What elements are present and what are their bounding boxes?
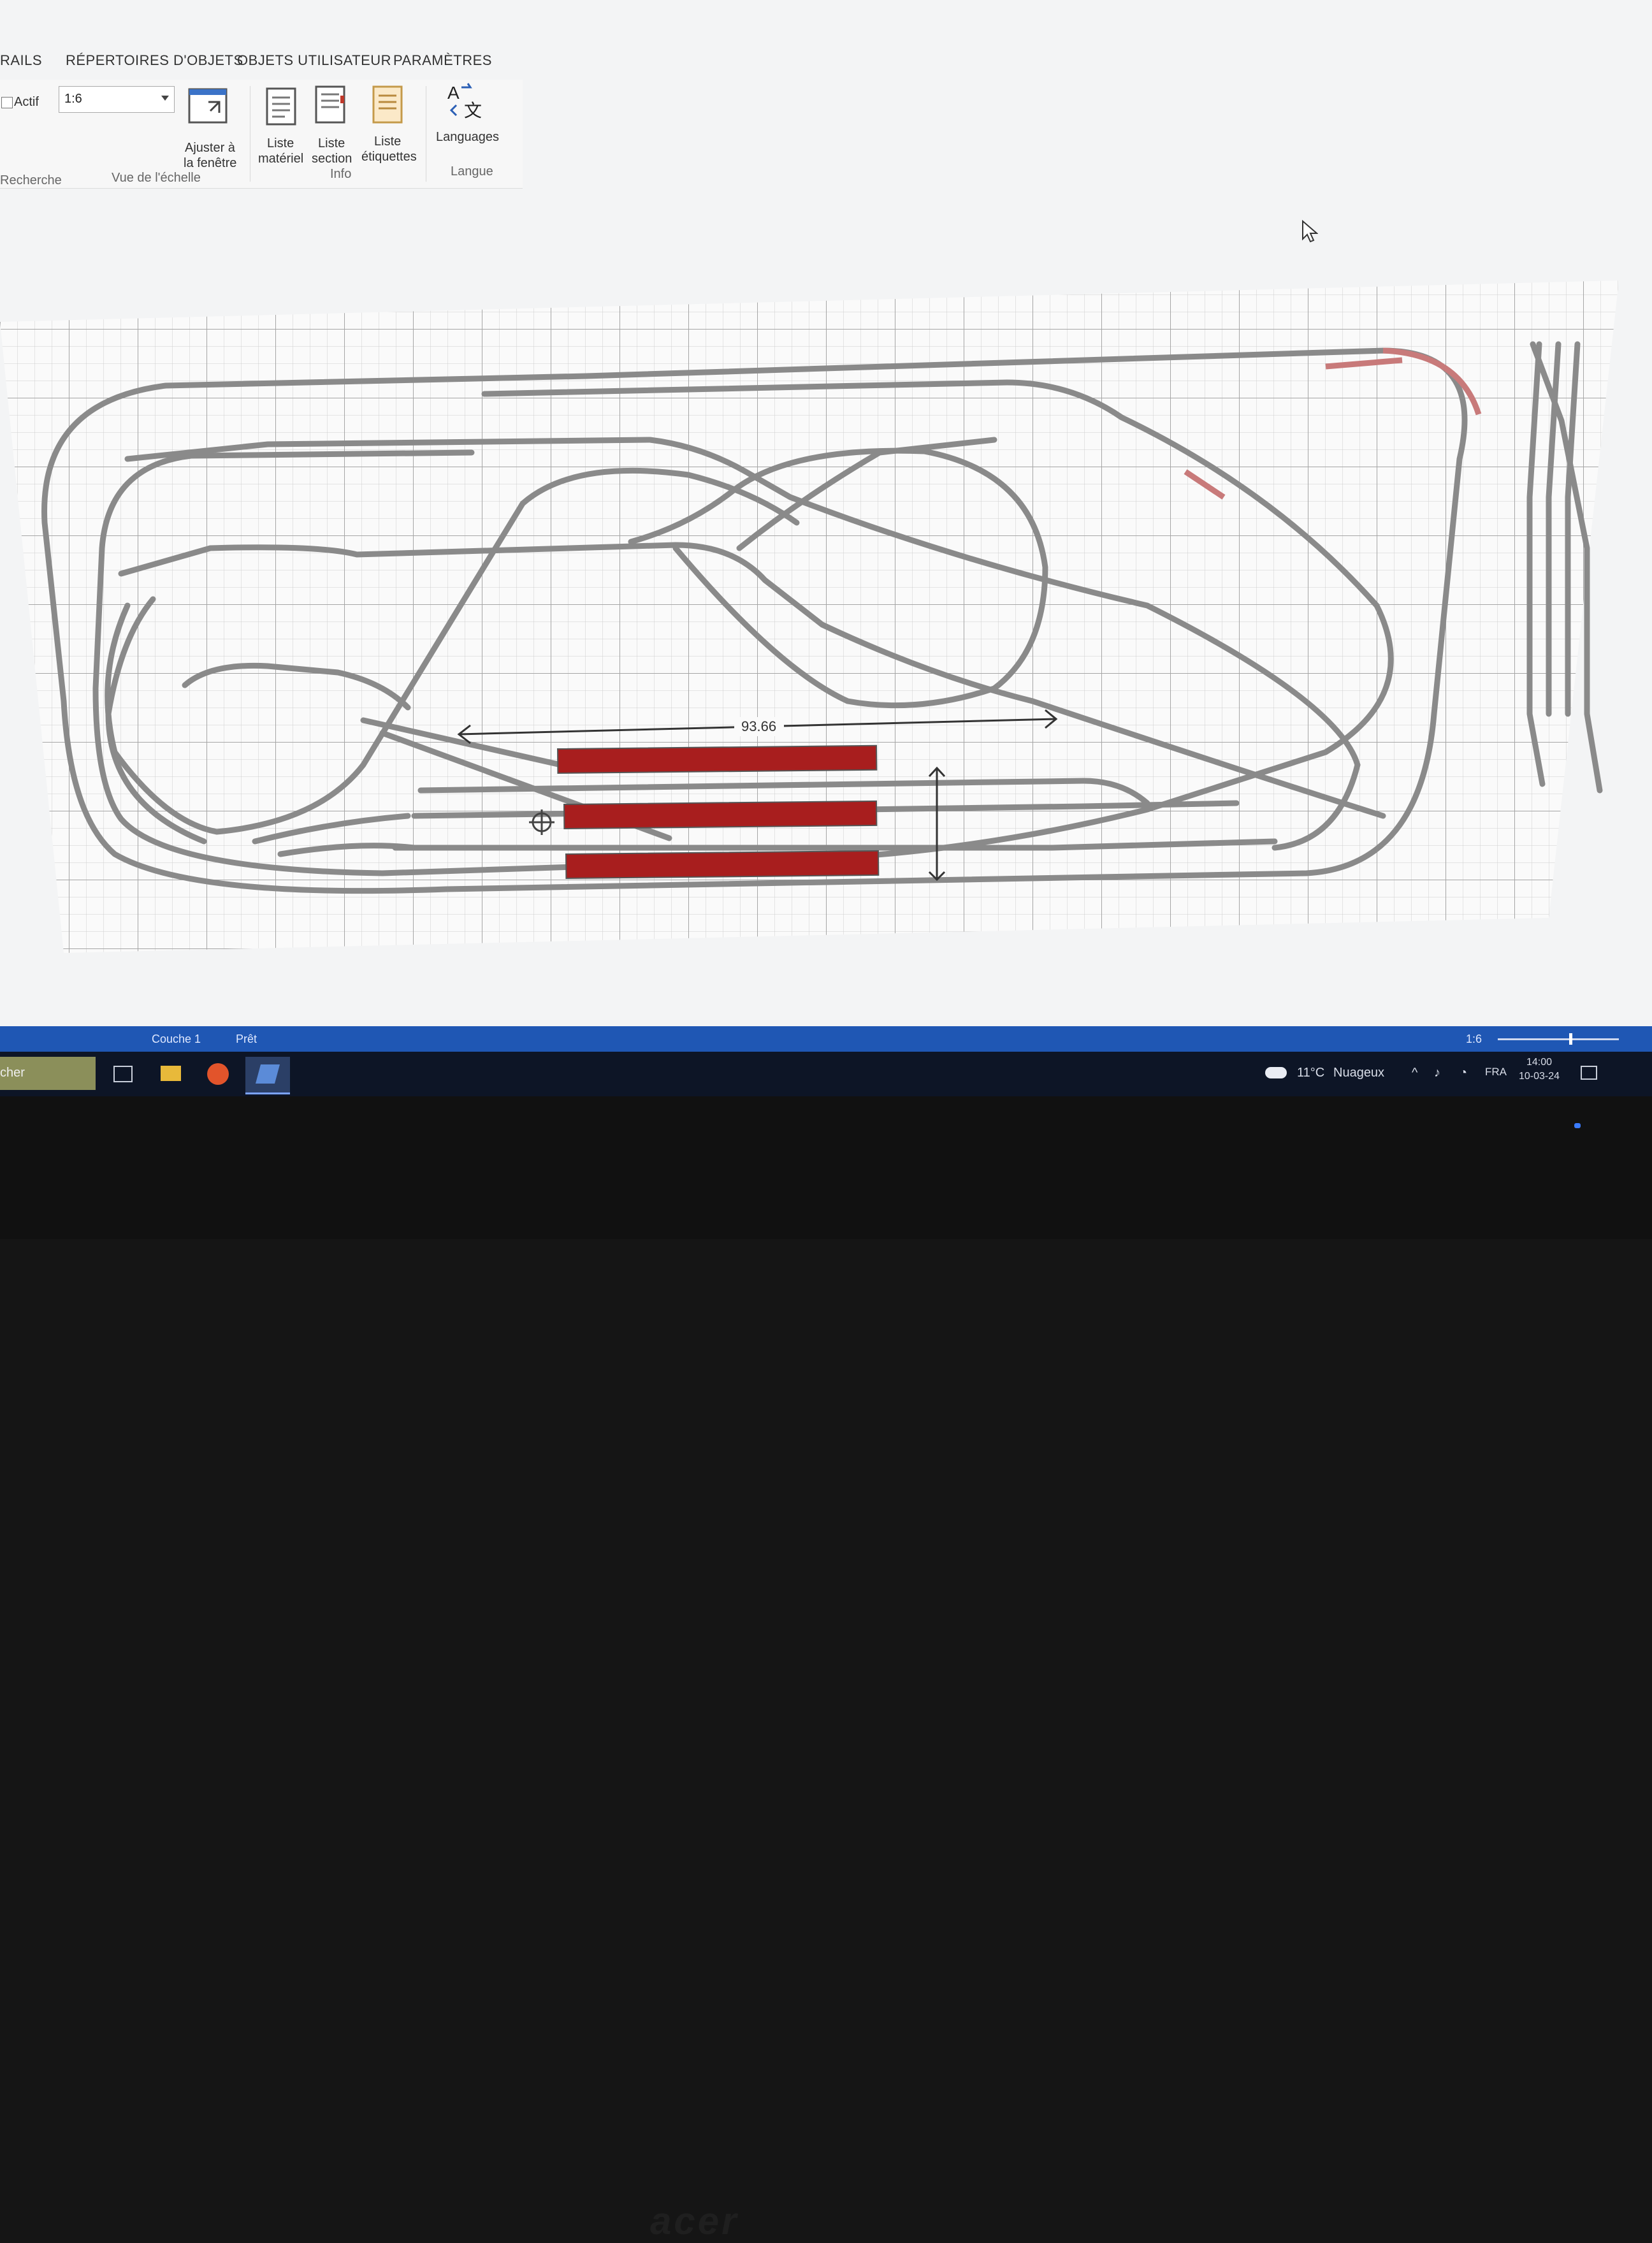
group-label-scale: Vue de l'échelle <box>112 171 201 185</box>
task-view-icon[interactable] <box>113 1066 133 1082</box>
group-label-language: Langue <box>451 164 493 178</box>
active-label: Actif <box>14 95 39 109</box>
tab-object-directories[interactable]: RÉPERTOIRES D'OBJETS <box>66 52 243 69</box>
tab-rails[interactable]: RAILS <box>0 52 42 69</box>
zoom-slider-thumb[interactable] <box>1569 1033 1572 1045</box>
labels-list-icon <box>372 85 403 124</box>
tab-user-objects[interactable]: OBJETS UTILISATEUR <box>237 52 391 69</box>
svg-text:文: 文 <box>464 100 482 120</box>
fit-window-icon <box>188 88 228 124</box>
search-text: cher <box>0 1066 25 1080</box>
track-planner-app-icon[interactable] <box>245 1057 290 1094</box>
ready-status: Prêt <box>236 1033 257 1045</box>
volume-icon[interactable]: ♪ <box>1434 1066 1440 1080</box>
translate-icon: A 文 <box>447 83 482 120</box>
clock-time[interactable]: 14:00 <box>1526 1057 1552 1068</box>
status-bar: Couche 1 Prêt 1:6 <box>0 1026 1652 1052</box>
search-box[interactable]: cher <box>0 1057 96 1090</box>
dimension-label: 93.66 <box>741 718 776 734</box>
languages-label: Languages <box>436 130 499 144</box>
platform-block[interactable] <box>563 800 878 830</box>
section-list-label-2: section <box>312 152 352 166</box>
input-language[interactable]: FRA <box>1485 1066 1507 1078</box>
monitor-brand-logo: acer <box>650 2200 739 2242</box>
zoom-level: 1:6 <box>1466 1033 1482 1045</box>
weather-description: Nuageux <box>1333 1066 1385 1080</box>
zoom-slider[interactable] <box>1498 1033 1619 1045</box>
active-checkbox[interactable] <box>1 97 13 108</box>
platform-block[interactable] <box>556 744 878 774</box>
network-icon[interactable]: ◔ <box>1460 1066 1467 1080</box>
firefox-icon[interactable] <box>207 1063 229 1085</box>
labels-list-label-2: étiquettes <box>361 150 417 164</box>
section-list-icon <box>315 85 345 124</box>
svg-text:A: A <box>447 83 460 103</box>
scale-combobox[interactable]: 1:6 <box>59 86 175 113</box>
scale-value: 1:6 <box>64 92 82 106</box>
material-list-icon <box>266 87 296 126</box>
clock-date[interactable]: 10-03-24 <box>1519 1071 1560 1082</box>
section-list-label-1: Liste <box>318 136 345 150</box>
ribbon: Actif Recherche 1:6 Ajuster à la fenêtre… <box>0 80 523 189</box>
labels-list-button[interactable]: Liste étiquettes <box>360 83 421 172</box>
windows-taskbar: cher 11°C Nuageux ^ ♪ ◔ FRA 14:00 10-03-… <box>0 1052 1652 1096</box>
layer-status: Couche 1 <box>152 1033 201 1045</box>
notifications-icon[interactable] <box>1581 1066 1597 1080</box>
platform-block[interactable] <box>565 850 880 880</box>
ribbon-tabs: RAILS RÉPERTOIRES D'OBJETS OBJETS UTILIS… <box>0 46 1652 84</box>
app-icon <box>255 1064 280 1084</box>
section-list-button[interactable]: Liste section <box>309 83 360 172</box>
weather-temperature: 11°C <box>1297 1066 1325 1080</box>
fit-window-label-1: Ajuster à <box>185 141 235 155</box>
track-plan-canvas[interactable]: 93.66 <box>0 191 1652 1020</box>
fit-window-button[interactable]: Ajuster à la fenêtre <box>180 86 243 175</box>
monitor-bezel: acer <box>0 1096 1652 2242</box>
file-explorer-icon[interactable] <box>161 1066 181 1081</box>
material-list-button[interactable]: Liste matériel <box>257 83 308 172</box>
labels-list-label-1: Liste <box>374 134 402 149</box>
languages-button[interactable]: A 文 Languages <box>433 80 510 163</box>
tray-chevron-icon[interactable]: ^ <box>1412 1066 1417 1080</box>
material-list-label-1: Liste <box>267 136 294 150</box>
tab-settings[interactable]: PARAMÈTRES <box>393 52 492 69</box>
group-label-search: Recherche <box>0 173 62 187</box>
application-window: RAILS RÉPERTOIRES D'OBJETS OBJETS UTILIS… <box>0 0 1652 1096</box>
fit-window-label-2: la fenêtre <box>184 156 237 170</box>
chevron-down-icon <box>161 96 169 101</box>
weather-icon <box>1265 1067 1287 1078</box>
group-label-info: Info <box>330 167 352 181</box>
power-led <box>1574 1123 1581 1128</box>
material-list-label-2: matériel <box>258 152 304 166</box>
